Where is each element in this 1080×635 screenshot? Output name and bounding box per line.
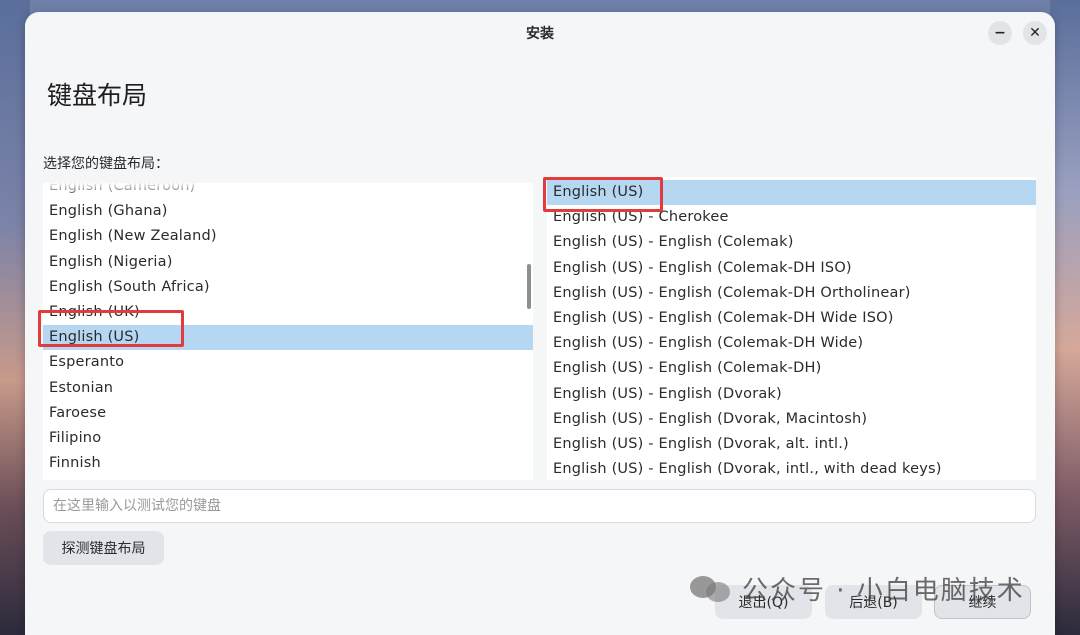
variant-item[interactable]: English (US) [547,180,1036,206]
layout-item[interactable]: English (Cameroon) [43,183,533,199]
layout-item[interactable]: Faroese [43,401,533,426]
layout-list-scrollbar[interactable] [527,264,531,309]
layout-item[interactable]: English (South Africa) [43,275,533,300]
layout-item[interactable]: Estonian [43,376,533,401]
layout-item[interactable]: English (Ghana) [43,199,533,224]
variant-list[interactable]: English (US) English (US) - Cherokee Engli… [547,177,1036,480]
layout-item[interactable]: English (New Zealand) [43,224,533,249]
layout-item[interactable]: English (Nigeria) [43,250,533,275]
layout-prompt-label: 选择您的键盘布局： [43,156,169,172]
window-title: 安装 [526,26,554,42]
continue-button[interactable]: 继续 [934,585,1031,619]
minimize-button[interactable]: − [988,21,1012,45]
layout-item[interactable]: Filipino [43,426,533,451]
quit-button[interactable]: 退出(Q) [715,585,812,619]
variant-item[interactable]: English (US) - Cherokee [547,205,1036,230]
variant-item[interactable]: English (US) - English (Colemak-DH Ortho… [547,281,1036,306]
detect-layout-button[interactable]: 探测键盘布局 [43,531,164,565]
layout-item[interactable]: English (US) [43,325,533,351]
layout-item[interactable]: English (UK) [43,300,533,325]
close-button[interactable]: ✕ [1023,21,1047,45]
layout-item[interactable]: Finnish [43,451,533,476]
keyboard-test-input[interactable] [43,489,1036,523]
layout-item[interactable]: Esperanto [43,350,533,375]
variant-item[interactable]: English (US) - English (Dvorak) [547,382,1036,407]
variant-item[interactable]: English (US) - English (Colemak) [547,230,1036,255]
title-bar: 安装 [25,12,1055,54]
variant-item[interactable]: English (US) - English (Colemak-DH ISO) [547,256,1036,281]
layout-list[interactable]: English (Cameroon) English (Ghana) English… [43,183,533,480]
variant-item[interactable]: English (US) - English (Dvorak, alt. int… [547,432,1036,457]
installer-window: 安装 − ✕ 键盘布局 选择您的键盘布局： English (Cameroon)… [25,12,1055,635]
page-title: 键盘布局 [47,81,148,110]
variant-item[interactable]: English (US) - English (Colemak-DH Wide) [547,331,1036,356]
layout-list-items: English (Cameroon) English (Ghana) English… [43,183,533,480]
variant-item[interactable]: English (US) - English (Colemak-DH Wide … [547,306,1036,331]
back-button[interactable]: 后退(B) [825,585,922,619]
variant-item[interactable]: English (US) - English (Dvorak, Macintos… [547,407,1036,432]
minimize-icon: − [994,25,1006,41]
variant-list-items: English (US) English (US) - Cherokee Engli… [547,180,1036,480]
layout-item[interactable]: French [43,476,533,480]
variant-item[interactable]: English (US) - English (Dvorak, intl., w… [547,457,1036,480]
variant-item[interactable]: English (US) - English (Colemak-DH) [547,356,1036,381]
close-icon: ✕ [1029,25,1041,41]
